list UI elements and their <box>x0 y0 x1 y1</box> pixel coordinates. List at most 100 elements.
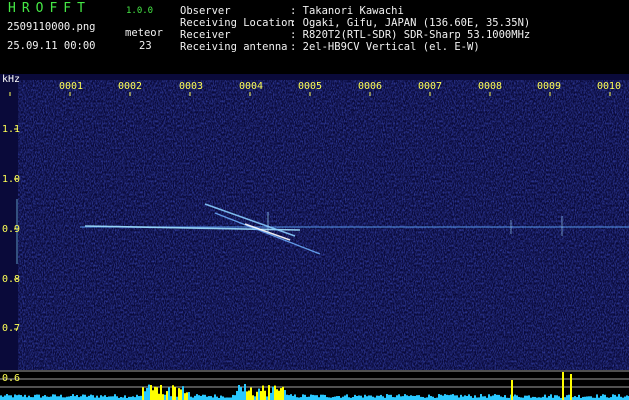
freq-tick-1.0: 1.0 <box>2 174 21 185</box>
level-bar <box>368 395 370 400</box>
level-bar <box>136 394 138 400</box>
level-bar <box>246 391 248 400</box>
level-peak <box>511 380 513 400</box>
level-bar <box>354 394 356 400</box>
app-version: 1.0.0 <box>126 6 154 16</box>
level-peak <box>562 372 564 400</box>
level-bar <box>524 395 526 400</box>
level-bar <box>256 391 258 400</box>
level-bar <box>402 396 404 400</box>
time-tick-0006: 0006 <box>358 81 383 92</box>
level-bar <box>8 395 10 400</box>
level-bar <box>42 396 44 400</box>
level-bar <box>110 396 112 400</box>
level-bar <box>178 388 180 400</box>
meteor-label: meteor <box>125 27 163 39</box>
level-bar <box>156 387 158 400</box>
level-bar <box>312 394 314 400</box>
level-bar <box>452 394 454 400</box>
level-bar <box>484 396 486 400</box>
level-bar <box>320 394 322 400</box>
time-tick-0005: 0005 <box>298 81 323 92</box>
level-bar <box>38 394 40 400</box>
level-bar <box>204 394 206 400</box>
level-bar <box>616 396 618 400</box>
level-bar <box>588 396 590 400</box>
level-bar <box>210 396 212 400</box>
level-bar <box>114 394 116 400</box>
level-bar <box>488 394 490 400</box>
level-bar <box>44 395 46 400</box>
observer-value: : Takanori Kawachi <box>290 5 404 17</box>
level-bar <box>278 390 280 400</box>
antenna-value: : 2el-HB9CV Vertical (el. E-W) <box>290 41 480 53</box>
level-bar <box>416 395 418 400</box>
level-bar <box>166 391 168 400</box>
level-bar <box>574 396 576 400</box>
level-bar <box>456 395 458 400</box>
level-bar <box>172 385 174 400</box>
level-bar <box>188 392 190 400</box>
level-bar <box>20 395 22 400</box>
time-tick-0001: 0001 <box>59 81 84 92</box>
level-bar <box>446 394 448 400</box>
level-bar <box>164 394 166 400</box>
level-bar <box>266 396 268 400</box>
level-bar <box>258 388 260 400</box>
level-bar <box>554 395 556 400</box>
level-bar <box>500 396 502 400</box>
spectrogram-plot <box>0 74 629 400</box>
level-bar <box>454 395 456 400</box>
level-bar <box>262 385 264 400</box>
level-bar <box>290 394 292 400</box>
level-bar <box>28 395 30 400</box>
level-bar <box>104 395 106 400</box>
location-key: Receiving Location <box>180 17 294 29</box>
level-bar <box>282 386 284 400</box>
level-bar <box>566 395 568 400</box>
level-bar <box>624 396 626 400</box>
level-peak <box>570 374 572 400</box>
level-bar <box>494 394 496 400</box>
level-bar <box>388 394 390 400</box>
level-bar <box>516 395 518 400</box>
level-bar <box>428 394 430 400</box>
date-time: 25.09.11 00:00 <box>7 40 96 52</box>
level-bar <box>474 395 476 400</box>
level-bar <box>174 386 176 400</box>
level-bar <box>52 394 54 400</box>
level-bar <box>462 396 464 400</box>
level-bar <box>84 394 86 400</box>
time-tick-0008: 0008 <box>478 81 503 92</box>
level-bar <box>490 396 492 400</box>
level-bar <box>438 394 440 400</box>
level-bar <box>268 385 270 400</box>
level-bar <box>400 396 402 400</box>
level-bar <box>242 391 244 400</box>
level-bar <box>14 394 16 400</box>
level-bar <box>198 395 200 400</box>
level-bar <box>344 395 346 400</box>
level-bar <box>222 396 224 400</box>
level-bar <box>236 390 238 400</box>
level-bar <box>200 395 202 400</box>
level-bar <box>380 394 382 400</box>
level-bar <box>404 394 406 400</box>
level-bar <box>444 394 446 400</box>
level-bar <box>132 396 134 400</box>
level-bar <box>36 394 38 400</box>
level-bar <box>284 390 286 400</box>
level-bar <box>142 387 144 400</box>
level-bar <box>154 386 156 400</box>
level-bar <box>528 395 530 400</box>
level-bar <box>170 396 172 400</box>
level-bar <box>288 395 290 400</box>
level-bar <box>18 394 20 400</box>
freq-tick-0.9: 0.9 <box>2 224 21 235</box>
level-bar <box>430 396 432 400</box>
level-bar <box>294 394 296 400</box>
time-tick-0002: 0002 <box>118 81 143 92</box>
level-bar <box>10 395 12 400</box>
level-bar <box>442 395 444 400</box>
level-bar <box>386 394 388 400</box>
